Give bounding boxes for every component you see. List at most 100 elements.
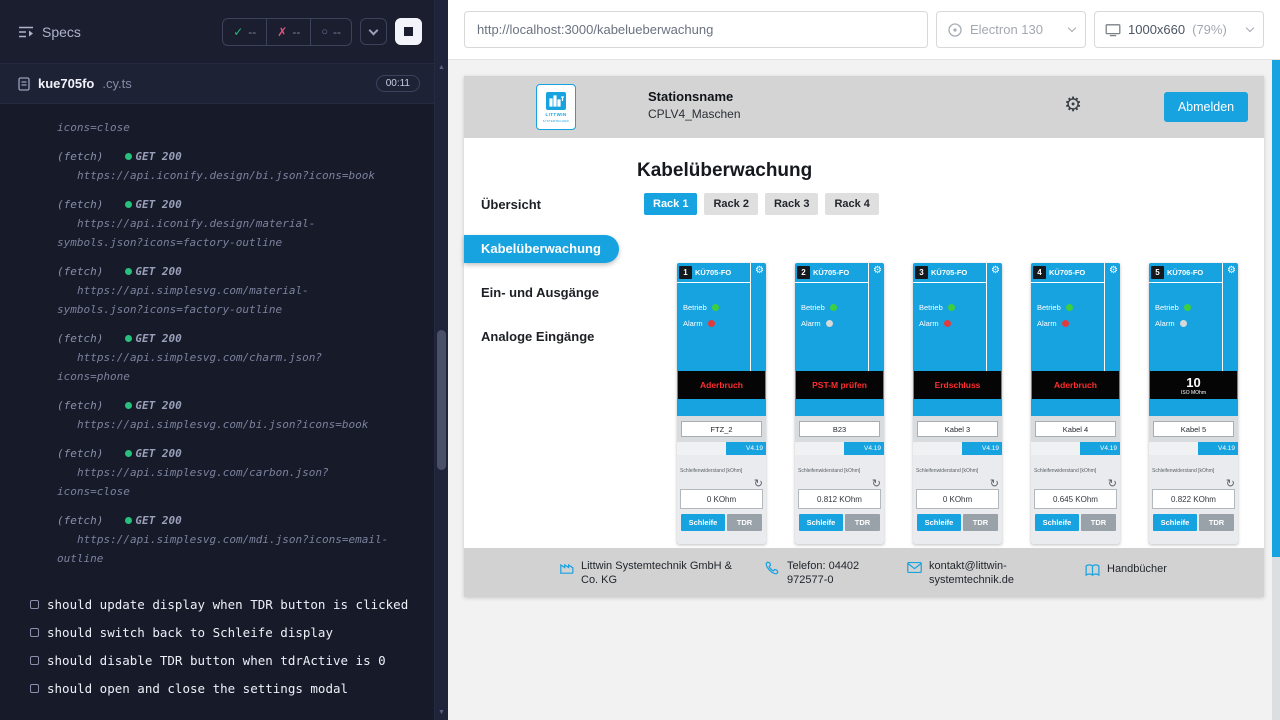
alarm-led bbox=[826, 320, 833, 327]
tdr-button[interactable]: TDR bbox=[1081, 514, 1116, 531]
tdr-button[interactable]: TDR bbox=[727, 514, 762, 531]
collapse-button[interactable] bbox=[360, 18, 387, 45]
card-settings-gear-icon[interactable]: ⚙ bbox=[991, 266, 1000, 276]
version-row: V4.19 bbox=[1031, 442, 1120, 455]
schleife-button[interactable]: Schleife bbox=[917, 514, 961, 531]
refresh-icon[interactable]: ↻ bbox=[990, 478, 999, 490]
log-entry[interactable]: (fetch) GET 200 https://api.simplesvg.co… bbox=[0, 329, 434, 386]
http-status: GET 200 bbox=[135, 511, 181, 530]
sidebar-nav-item[interactable]: Ein- und Ausgänge bbox=[464, 279, 636, 307]
alarm-row: Alarm bbox=[1037, 315, 1102, 331]
card-divider bbox=[1031, 282, 1105, 283]
log-entry[interactable]: (fetch) GET 200 https://api.iconify.desi… bbox=[0, 147, 434, 185]
refresh-icon[interactable]: ↻ bbox=[872, 478, 881, 490]
rack-tab[interactable]: Rack 2 bbox=[704, 193, 757, 215]
card-settings-gear-icon[interactable]: ⚙ bbox=[873, 266, 882, 276]
runner-scroll-thumb[interactable] bbox=[437, 330, 446, 470]
device-model: KÜ705-FO bbox=[931, 268, 967, 277]
resistance-value: 0.645 KOhm bbox=[1034, 489, 1117, 509]
test-stats: ✓-- ✗-- ○-- bbox=[222, 18, 352, 46]
log-entry[interactable]: (fetch) GET 200 https://api.simplesvg.co… bbox=[0, 396, 434, 434]
tdr-button[interactable]: TDR bbox=[845, 514, 880, 531]
phone-icon bbox=[764, 559, 781, 576]
card-settings-gear-icon[interactable]: ⚙ bbox=[755, 266, 764, 276]
test-item[interactable]: should update display when TDR button is… bbox=[0, 590, 434, 618]
status-leds: Betrieb Alarm bbox=[683, 299, 748, 331]
status-leds: Betrieb Alarm bbox=[1155, 299, 1220, 331]
specs-menu-button[interactable]: Specs bbox=[18, 24, 81, 40]
specs-label: Specs bbox=[42, 24, 81, 40]
betrieb-label: Betrieb bbox=[919, 303, 943, 312]
app-scroll-thumb[interactable] bbox=[1272, 60, 1280, 557]
refresh-icon[interactable]: ↻ bbox=[754, 478, 763, 490]
test-item[interactable]: should switch back to Schleife display bbox=[0, 618, 434, 646]
phone-number: Telefon: 04402 972577-0 bbox=[787, 559, 887, 588]
sidebar-nav-item[interactable]: Kabelüberwachung bbox=[464, 235, 619, 263]
status-leds: Betrieb Alarm bbox=[919, 299, 984, 331]
runner-main: Specs ✓-- ✗-- ○-- kue705fo .cy.ts 00:11 … bbox=[0, 0, 434, 720]
betrieb-row: Betrieb bbox=[1155, 299, 1220, 315]
card-header: 4 KÜ705-FO bbox=[1031, 263, 1120, 282]
app-scrollbar[interactable] bbox=[1272, 60, 1280, 720]
tdr-button[interactable]: TDR bbox=[963, 514, 998, 531]
passed-icon: ✓ bbox=[233, 25, 243, 39]
stop-button[interactable] bbox=[395, 18, 422, 45]
logout-button[interactable]: Abmelden bbox=[1164, 92, 1248, 122]
firmware-version: V4.19 bbox=[962, 442, 1002, 455]
spec-file-icon bbox=[18, 77, 30, 91]
request-url: https://api.simplesvg.com/material-symbo… bbox=[0, 281, 390, 319]
url-input[interactable] bbox=[464, 11, 928, 48]
footer-email: kontakt@littwin-systemtechnik.de bbox=[906, 559, 1047, 588]
card-settings-gear-icon[interactable]: ⚙ bbox=[1109, 266, 1118, 276]
log-entry[interactable]: (fetch) GET 200 https://api.iconify.desi… bbox=[0, 195, 434, 252]
rack-tab[interactable]: Rack 4 bbox=[825, 193, 878, 215]
alarm-led bbox=[708, 320, 715, 327]
settings-gear-icon[interactable]: ⚙ bbox=[1064, 95, 1082, 115]
status-dot-icon bbox=[125, 201, 132, 208]
failed-count: -- bbox=[292, 25, 300, 39]
resistance-value: 0.812 KOhm bbox=[798, 489, 881, 509]
betrieb-led bbox=[1066, 304, 1073, 311]
company-name: Littwin Systemtechnik GmbH & Co. KG bbox=[581, 559, 743, 588]
card-divider bbox=[1222, 263, 1223, 371]
schleife-button[interactable]: Schleife bbox=[681, 514, 725, 531]
tdr-button[interactable]: TDR bbox=[1199, 514, 1234, 531]
device-card: 5 KÜ706-FO ⚙ Betrieb bbox=[1149, 263, 1238, 544]
refresh-row: ↻ bbox=[1152, 474, 1235, 488]
request-url: https://api.simplesvg.com/bi.json?icons=… bbox=[0, 415, 390, 434]
test-item[interactable]: should disable TDR button when tdrActive… bbox=[0, 646, 434, 674]
schleife-button[interactable]: Schleife bbox=[1035, 514, 1079, 531]
log-entry[interactable]: (fetch) GET 200 https://api.simplesvg.co… bbox=[0, 262, 434, 319]
log-entry[interactable]: (fetch) GET 200 https://api.simplesvg.co… bbox=[0, 511, 434, 568]
refresh-icon[interactable]: ↻ bbox=[1226, 478, 1235, 490]
sidebar-nav-item[interactable]: Übersicht bbox=[464, 191, 636, 219]
scroll-up-arrow-icon[interactable]: ▲ bbox=[435, 64, 448, 71]
sidebar-nav-item[interactable]: Analoge Eingänge bbox=[464, 323, 636, 351]
refresh-icon[interactable]: ↻ bbox=[1108, 478, 1117, 490]
viewport-select[interactable]: 1000x660 (79%) bbox=[1094, 11, 1264, 48]
rack-tab[interactable]: Rack 3 bbox=[765, 193, 818, 215]
footer-manuals[interactable]: Handbücher bbox=[1084, 562, 1167, 579]
rack-tabs: Rack 1 Rack 2 Rack 3 Rack 4 bbox=[644, 193, 1264, 215]
runner-scrollbar[interactable]: ▲ ▼ bbox=[434, 0, 448, 720]
http-status: GET 200 bbox=[135, 147, 181, 166]
betrieb-led bbox=[712, 304, 719, 311]
pending-count: -- bbox=[333, 25, 341, 39]
status-text: Aderbruch bbox=[1054, 380, 1097, 390]
status-text: Aderbruch bbox=[700, 380, 743, 390]
card-settings-gear-icon[interactable]: ⚙ bbox=[1227, 266, 1236, 276]
fetch-command-label: (fetch) bbox=[57, 262, 103, 281]
log-entry[interactable]: (fetch) GET 200 https://api.simplesvg.co… bbox=[0, 444, 434, 501]
scroll-down-arrow-icon[interactable]: ▼ bbox=[435, 709, 448, 716]
browser-select[interactable]: Electron 130 bbox=[936, 11, 1086, 48]
schleife-button[interactable]: Schleife bbox=[799, 514, 843, 531]
card-divider bbox=[677, 282, 751, 283]
device-cards: 1 KÜ705-FO ⚙ Betrieb bbox=[677, 263, 1264, 544]
rack-tab[interactable]: Rack 1 bbox=[644, 193, 697, 215]
test-item[interactable]: should open and close the settings modal bbox=[0, 674, 434, 702]
schleife-button[interactable]: Schleife bbox=[1153, 514, 1197, 531]
spec-bar[interactable]: kue705fo .cy.ts 00:11 bbox=[0, 64, 434, 104]
app-footer: Littwin Systemtechnik GmbH & Co. KG Tele… bbox=[464, 548, 1264, 597]
runner-scroll-track[interactable]: ▲ ▼ bbox=[435, 60, 448, 720]
alarm-row: Alarm bbox=[801, 315, 866, 331]
